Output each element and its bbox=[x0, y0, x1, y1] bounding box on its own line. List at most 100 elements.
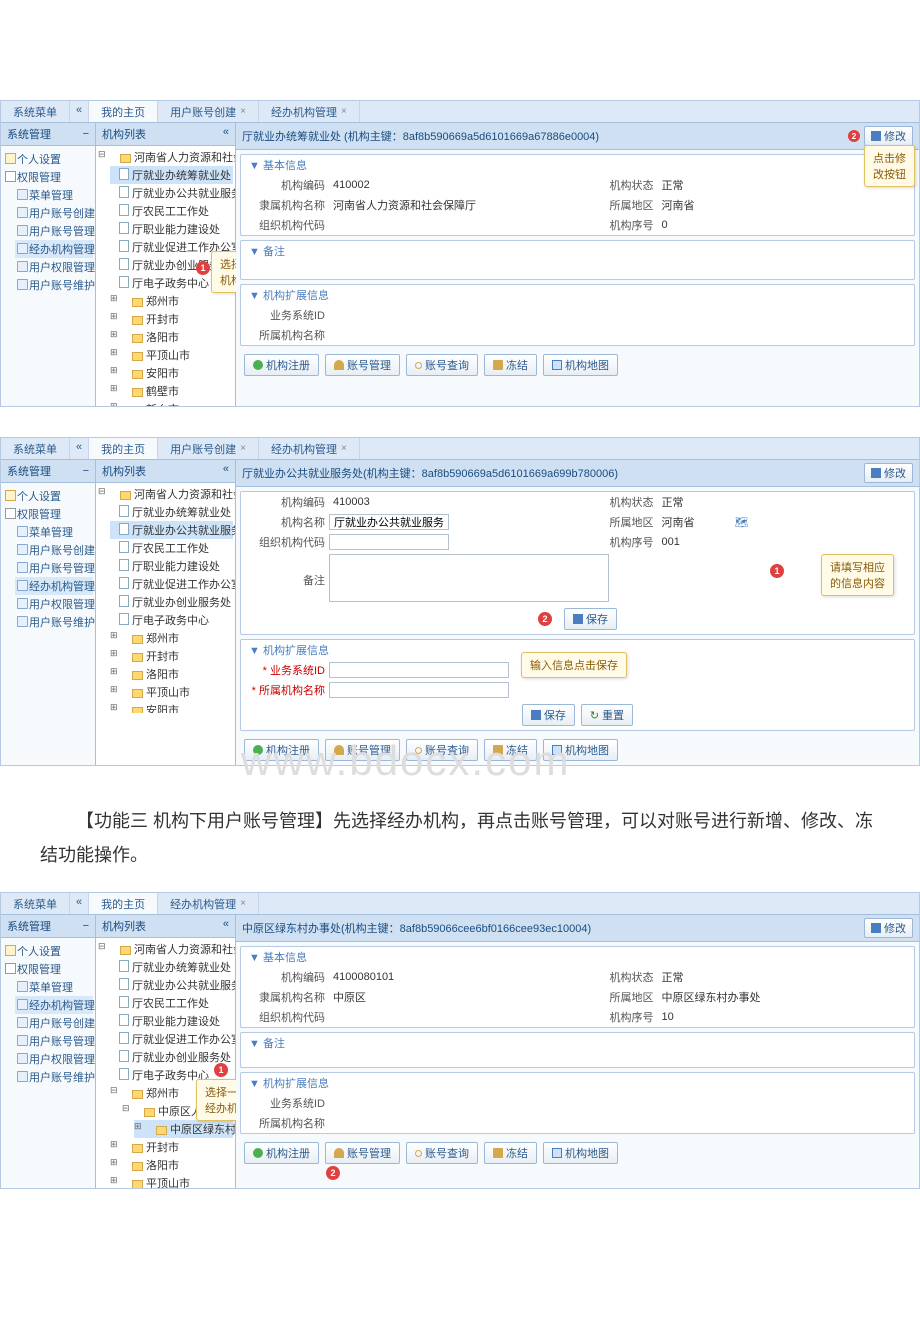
collapse-icon[interactable]: « bbox=[223, 126, 229, 142]
close-icon[interactable]: × bbox=[341, 106, 347, 117]
org-city[interactable]: 平顶山市 bbox=[110, 1174, 233, 1188]
org-dept[interactable]: 厅就业办统筹就业处 bbox=[110, 958, 233, 976]
tab-org-manage[interactable]: 经办机构管理× bbox=[259, 438, 360, 459]
org-map-button[interactable]: 机构地图 bbox=[543, 1142, 618, 1164]
close-icon[interactable]: × bbox=[240, 106, 246, 117]
org-city[interactable]: 郑州市 bbox=[110, 292, 233, 310]
system-menu-tab[interactable]: 系统菜单 bbox=[1, 101, 70, 122]
account-query-button[interactable]: 账号查询 bbox=[406, 1142, 478, 1164]
nav-menu-manage[interactable]: 菜单管理 bbox=[15, 978, 93, 996]
account-manage-button[interactable]: 账号管理 bbox=[325, 739, 400, 761]
tab-homepage[interactable]: 我的主页 bbox=[89, 101, 158, 122]
org-dept[interactable]: 厅职业能力建设处 bbox=[110, 1012, 233, 1030]
account-query-button[interactable]: 账号查询 bbox=[406, 739, 478, 761]
nav-user-manage[interactable]: 用户账号管理 bbox=[15, 222, 93, 240]
nav-user-maint[interactable]: 用户账号维护 bbox=[15, 1068, 93, 1086]
org-dept[interactable]: 厅就业办统筹就业处 bbox=[110, 166, 233, 184]
nav-user-perm[interactable]: 用户权限管理 bbox=[15, 1050, 93, 1068]
freeze-button[interactable]: 冻结 bbox=[484, 739, 537, 761]
nav-user-manage[interactable]: 用户账号管理 bbox=[15, 559, 93, 577]
org-root[interactable]: 河南省人力资源和社会保障厅 bbox=[98, 485, 233, 503]
nav-user-create[interactable]: 用户账号创建 bbox=[15, 204, 93, 222]
modify-button[interactable]: 修改 bbox=[864, 918, 913, 938]
freeze-button[interactable]: 冻结 bbox=[484, 1142, 537, 1164]
collapse-left-icon[interactable]: « bbox=[70, 893, 89, 914]
org-dept[interactable]: 厅职业能力建设处 bbox=[110, 220, 233, 238]
system-menu-tab[interactable]: 系统菜单 bbox=[1, 893, 70, 914]
save-button[interactable]: 保存 bbox=[564, 608, 617, 630]
account-manage-button[interactable]: 账号管理 bbox=[325, 1142, 400, 1164]
nav-org-manage[interactable]: 经办机构管理 bbox=[15, 996, 93, 1014]
tab-homepage[interactable]: 我的主页 bbox=[89, 893, 158, 914]
org-city[interactable]: 开封市 bbox=[110, 647, 233, 665]
org-city[interactable]: 安阳市 bbox=[110, 701, 233, 713]
account-query-button[interactable]: 账号查询 bbox=[406, 354, 478, 376]
modify-button[interactable]: 修改 bbox=[864, 463, 913, 483]
org-map-button[interactable]: 机构地图 bbox=[543, 739, 618, 761]
org-city[interactable]: 洛阳市 bbox=[110, 328, 233, 346]
tab-user-create[interactable]: 用户账号创建× bbox=[158, 438, 259, 459]
close-icon[interactable]: × bbox=[341, 443, 347, 454]
remark-textarea[interactable] bbox=[329, 554, 609, 602]
nav-user-create[interactable]: 用户账号创建 bbox=[15, 1014, 93, 1032]
nav-user-create[interactable]: 用户账号创建 bbox=[15, 541, 93, 559]
minimize-icon[interactable]: − bbox=[83, 128, 89, 140]
org-city[interactable]: 洛阳市 bbox=[110, 665, 233, 683]
org-dept[interactable]: 厅就业办公共就业服务处 bbox=[110, 184, 233, 202]
nav-personal[interactable]: 个人设置 bbox=[3, 150, 93, 168]
tab-user-create[interactable]: 用户账号创建 × bbox=[158, 101, 259, 122]
org-map-button[interactable]: 机构地图 bbox=[543, 354, 618, 376]
nav-menu-manage[interactable]: 菜单管理 bbox=[15, 186, 93, 204]
org-city[interactable]: 鹤壁市 bbox=[110, 382, 233, 400]
org-city[interactable]: 新乡市 bbox=[110, 400, 233, 406]
close-icon[interactable]: × bbox=[240, 443, 246, 454]
org-city[interactable]: 开封市 bbox=[110, 310, 233, 328]
nav-permission[interactable]: 权限管理 bbox=[3, 505, 93, 523]
nav-user-maint[interactable]: 用户账号维护 bbox=[15, 276, 93, 294]
org-office[interactable]: 中原区绿东村办事处 bbox=[134, 1120, 233, 1138]
freeze-button[interactable]: 冻结 bbox=[484, 354, 537, 376]
org-city[interactable]: 洛阳市 bbox=[110, 1156, 233, 1174]
nav-user-manage[interactable]: 用户账号管理 bbox=[15, 1032, 93, 1050]
nav-user-maint[interactable]: 用户账号维护 bbox=[15, 613, 93, 631]
org-root[interactable]: 河南省人力资源和社会保障厅 bbox=[98, 940, 233, 958]
org-dept[interactable]: 厅就业办公共就业服务处 bbox=[110, 976, 233, 994]
account-manage-button[interactable]: 账号管理 bbox=[325, 354, 400, 376]
modify-button[interactable]: 修改 bbox=[864, 126, 913, 146]
sysid-input[interactable] bbox=[329, 662, 509, 678]
nav-permission[interactable]: 权限管理 bbox=[3, 168, 93, 186]
org-city[interactable]: 平顶山市 bbox=[110, 683, 233, 701]
system-menu-tab[interactable]: 系统菜单 bbox=[1, 438, 70, 459]
tab-org-manage[interactable]: 经办机构管理 × bbox=[259, 101, 360, 122]
org-dept[interactable]: 厅农民工工作处 bbox=[110, 539, 233, 557]
org-dept[interactable]: 厅就业办创业服务处 bbox=[110, 593, 233, 611]
org-city[interactable]: 平顶山市 bbox=[110, 346, 233, 364]
org-city[interactable]: 郑州市 bbox=[110, 629, 233, 647]
tab-org-manage[interactable]: 经办机构管理× bbox=[158, 893, 259, 914]
org-code-input[interactable] bbox=[329, 534, 449, 550]
org-dept[interactable]: 厅就业办创业服务处 bbox=[110, 1048, 233, 1066]
nav-user-perm[interactable]: 用户权限管理 bbox=[15, 258, 93, 276]
collapse-left-icon[interactable]: « bbox=[70, 101, 89, 122]
org-register-button[interactable]: 机构注册 bbox=[244, 354, 319, 376]
org-city[interactable]: 安阳市 bbox=[110, 364, 233, 382]
org-dept[interactable]: 厅农民工工作处 bbox=[110, 202, 233, 220]
nav-permission[interactable]: 权限管理 bbox=[3, 960, 93, 978]
org-root[interactable]: 河南省人力资源和社会保障厅 bbox=[98, 148, 233, 166]
org-dept[interactable]: 厅就业促进工作办公室 bbox=[110, 1030, 233, 1048]
org-dept[interactable]: 厅就业办公共就业服务处 bbox=[110, 521, 233, 539]
nav-menu-manage[interactable]: 菜单管理 bbox=[15, 523, 93, 541]
nav-user-perm[interactable]: 用户权限管理 bbox=[15, 595, 93, 613]
nav-org-manage[interactable]: 经办机构管理 bbox=[15, 240, 93, 258]
org-register-button[interactable]: 机构注册 bbox=[244, 1142, 319, 1164]
org-dept[interactable]: 厅农民工工作处 bbox=[110, 994, 233, 1012]
nav-personal[interactable]: 个人设置 bbox=[3, 487, 93, 505]
org-name-input[interactable] bbox=[329, 514, 449, 530]
org-dept[interactable]: 厅就业促进工作办公室 bbox=[110, 575, 233, 593]
nav-personal[interactable]: 个人设置 bbox=[3, 942, 93, 960]
tab-homepage[interactable]: 我的主页 bbox=[89, 438, 158, 459]
org-city[interactable]: 开封市 bbox=[110, 1138, 233, 1156]
collapse-left-icon[interactable]: « bbox=[70, 438, 89, 459]
nav-org-manage[interactable]: 经办机构管理 bbox=[15, 577, 93, 595]
parent-org-input[interactable] bbox=[329, 682, 509, 698]
